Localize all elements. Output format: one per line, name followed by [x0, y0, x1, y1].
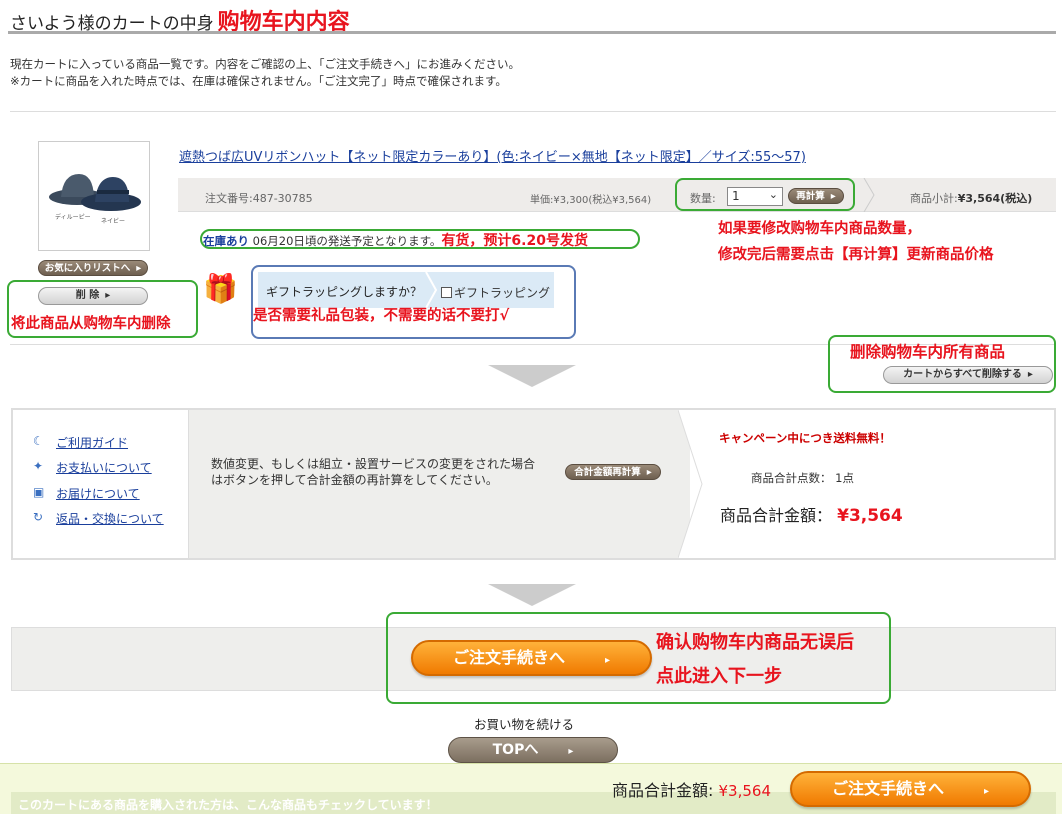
quantity-annotation: 如果要修改购物车内商品数量， 修改完后需要点击【再计算】更新商品价格 [718, 216, 994, 268]
delete-all-annotation: 删除购物车内所有商品 [850, 343, 1006, 361]
checkout-annotation-line-1: 确认购物车内商品无误后 [656, 632, 854, 653]
grand-total-label: 商品合計金額： [720, 506, 833, 525]
quantity-value: 1 [732, 189, 740, 203]
item-count-value: 1点 [835, 471, 854, 485]
quantity-select[interactable]: 1 ⌄ [727, 187, 783, 206]
bottom-total-value: ¥3,564 [718, 782, 772, 800]
stock-status: 在庫あり 06月20日頃の発送予定となります。有货，预计6.20号发货 [203, 230, 588, 250]
top-button[interactable]: TOPへ ▸ [448, 737, 618, 763]
checkout-annotation-line-2: 点此进入下一步 [656, 666, 782, 687]
shipping-estimate: 06月20日頃の発送予定となります。 [252, 234, 442, 248]
grand-total-value: ¥3,564 [837, 506, 903, 526]
help-icon: ☾ [33, 434, 44, 448]
total-recalc-label: 合計金額再計算 [574, 467, 641, 478]
gift-question: ギフトラッピングしますか？ [266, 285, 423, 299]
delivery-icon: ▣ [33, 485, 45, 499]
recalc-line-2: はボタンを押して合計金額の再計算をしてください。 [211, 473, 498, 487]
guide-links [13, 410, 189, 558]
thumb-label-2: ネイビー [101, 218, 126, 225]
chevron-down-icon: ⌄ [768, 188, 778, 201]
gift-wrapping-checkbox[interactable]: ギフトラッピング [441, 284, 550, 301]
product-name-link[interactable]: 遮熱つば広UVリボンハット【ネット限定カラーあり】(色:ネイビー×無地【ネット限… [179, 146, 806, 165]
recommendation-text: このカートにある商品を購入された方は、こんな商品もチェックしています！ [18, 798, 438, 812]
chevron-right-icon: ▸ [830, 191, 836, 202]
recalculate-button[interactable]: 再計算 ▸ [788, 188, 844, 204]
step-divider-icon [862, 177, 876, 213]
stock-annotation: 有货，预计6.20号发货 [441, 233, 588, 249]
top-button-label: TOPへ [492, 742, 539, 758]
intro-line-1: 現在カートに入っている商品一覧です。内容をご確認の上、「ご注文手続きへ」にお進み… [10, 57, 521, 71]
thumb-label-1: ディルーピー [55, 214, 91, 221]
gift-checkbox-label: ギフトラッピング [454, 286, 551, 300]
bottom-checkout-label: ご注文手続きへ [831, 779, 944, 798]
guide-link-delivery[interactable]: お届けについて [56, 485, 140, 502]
guide-link-usage[interactable]: ご利用ガイド [56, 434, 128, 451]
subtotal-value: ¥3,564(税込) [957, 192, 1033, 205]
chevron-right-icon: ▸ [568, 746, 574, 757]
quantity-annotation-line-2: 修改完后需要点击【再计算】更新商品价格 [718, 247, 994, 263]
recalc-instructions: 数値変更、もしくは組立・設置サービスの変更をされた場合 はボタンを押して合計金額… [211, 456, 535, 488]
chevron-right-icon: ▸ [646, 467, 652, 478]
item-count: 商品合計点数： 1点 [751, 470, 854, 486]
product-thumbnail[interactable]: ディルーピー ネイビー [38, 141, 150, 251]
divider [10, 111, 1056, 112]
checkbox-icon[interactable] [441, 287, 452, 298]
guide-link-payment[interactable]: お支払いについて [56, 459, 152, 476]
checkout-button[interactable]: ご注文手続きへ ▸ [411, 640, 652, 676]
delete-annotation: 将此商品从购物车内删除 [11, 316, 171, 332]
free-shipping-campaign: キャンペーン中につき送料無料！ [719, 431, 891, 445]
step-divider-icon [678, 410, 708, 558]
bottom-checkout-button[interactable]: ご注文手続きへ ▸ [790, 771, 1031, 807]
gift-annotation: 是否需要礼品包装，不需要的话不要打√ [253, 308, 510, 324]
delete-all-button-label: カートからすべて削除する [903, 369, 1022, 380]
subtotal: 商品小計:¥3,564(税込) [910, 190, 1032, 206]
bottom-total-label: 商品合計金額: [612, 781, 714, 800]
intro-text: 現在カートに入っている商品一覧です。内容をご確認の上、「ご注文手続きへ」にお進み… [10, 56, 520, 90]
recalc-button-label: 再計算 [796, 191, 825, 202]
down-arrow-icon [488, 584, 576, 606]
gift-divider-icon [424, 271, 438, 309]
recalc-line-1: 数値変更、もしくは組立・設置サービスの変更をされた場合 [211, 457, 536, 471]
gift-icon: 🎁 [203, 272, 238, 305]
payment-icon: ✦ [33, 459, 44, 473]
chevron-right-icon: ▸ [136, 263, 142, 274]
grand-total: 商品合計金額： ¥3,564 [720, 502, 903, 526]
favorites-button-label: お気に入りリストへ [44, 263, 131, 274]
return-icon: ↻ [33, 510, 44, 524]
bottom-total: 商品合計金額: ¥3,564 [612, 777, 771, 801]
add-to-favorites-button[interactable]: お気に入りリストへ ▸ [38, 260, 148, 276]
checkout-annotation: 确认购物车内商品无误后 点此进入下一步 [656, 626, 854, 694]
guide-link-returns[interactable]: 返品・交換について [56, 510, 164, 527]
total-recalc-button[interactable]: 合計金額再計算 ▸ [565, 464, 661, 480]
hat-image-icon [49, 174, 141, 211]
chevron-right-icon: ▸ [1027, 369, 1033, 380]
chevron-right-icon: ▸ [983, 786, 990, 797]
unit-price: 単価:¥3,300(税込¥3,564) [530, 195, 652, 206]
quantity-label: 数量: [690, 192, 716, 205]
order-number: 注文番号:487-30785 [205, 192, 313, 205]
item-count-label: 商品合計点数： [751, 471, 832, 485]
stock-badge: 在庫あり [203, 234, 249, 248]
subtotal-label: 商品小計: [910, 192, 958, 205]
header-divider [8, 31, 1056, 34]
down-arrow-icon [488, 365, 576, 387]
chevron-right-icon: ▸ [604, 655, 611, 666]
quantity-annotation-line-1: 如果要修改购物车内商品数量， [718, 221, 921, 237]
checkout-button-label: ご注文手続きへ [452, 648, 565, 667]
intro-line-2: ※カートに商品を入れた時点では、在庫は確保されません。「ご注文完了」時点で確保さ… [10, 74, 507, 88]
delete-all-button[interactable]: カートからすべて削除する ▸ [883, 366, 1053, 384]
continue-shopping-label: お買い物を続ける [474, 717, 575, 732]
